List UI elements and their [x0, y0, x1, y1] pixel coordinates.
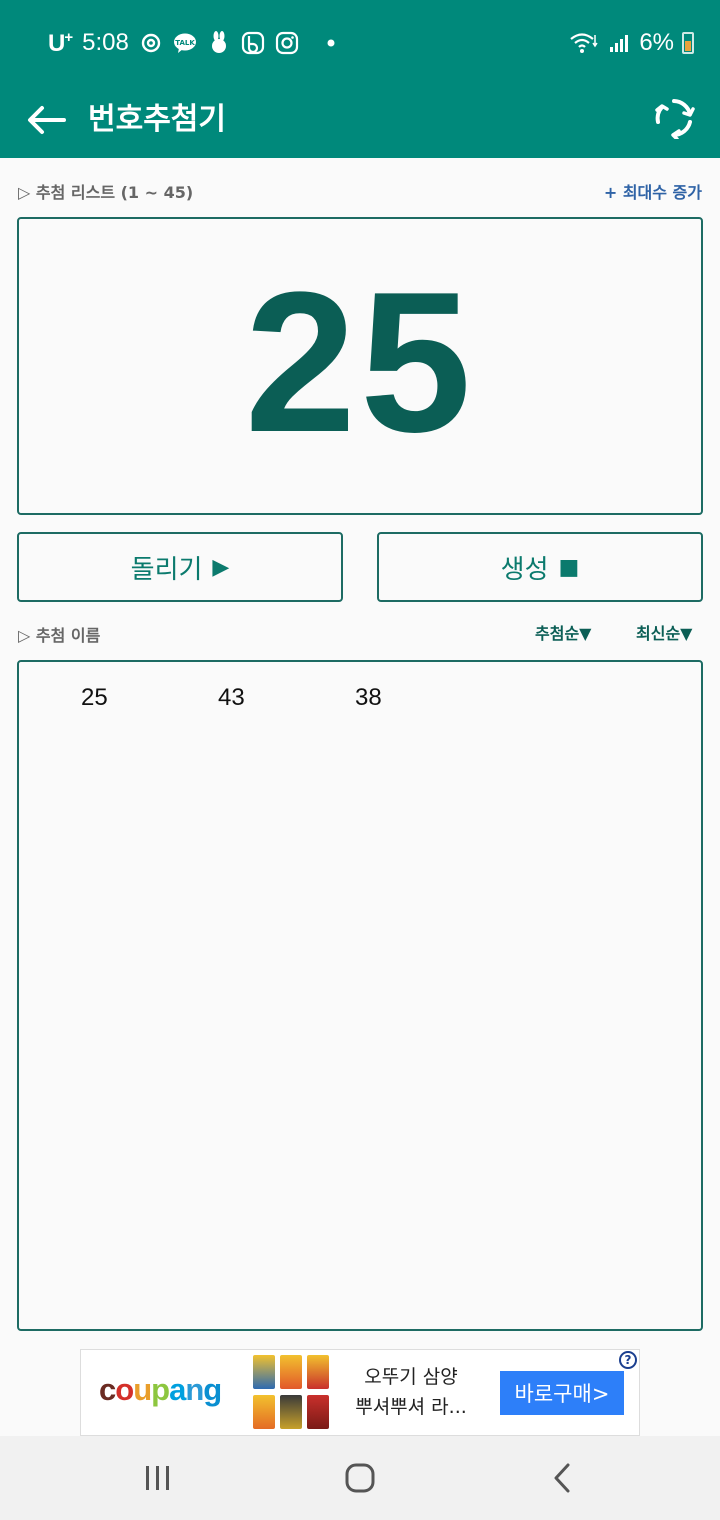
current-number: 25: [244, 251, 476, 474]
product-pack: [253, 1395, 275, 1429]
status-bar: U+ 5:08 TALK 6%: [0, 0, 720, 86]
stop-icon: ■: [558, 554, 580, 580]
battery-percent: 6%: [639, 29, 674, 56]
drawn-numbers-list: 25 43 38: [17, 660, 703, 1331]
dot-icon: [319, 31, 343, 55]
generate-button[interactable]: 생성 ■: [377, 532, 703, 602]
product-image: [253, 1355, 335, 1431]
back-nav-button[interactable]: [532, 1456, 592, 1500]
status-time: 5:08: [82, 29, 129, 56]
play-icon: ▶: [212, 554, 230, 580]
refresh-icon: [655, 99, 695, 139]
recent-apps-icon: [146, 1466, 169, 1490]
ad-info-icon[interactable]: ?: [619, 1351, 637, 1369]
product-pack: [307, 1395, 329, 1429]
draw-names-label: ▷ 추첨 이름: [18, 626, 101, 645]
b-icon: [241, 31, 265, 55]
instagram-icon: [275, 31, 299, 55]
svg-text:TALK: TALK: [175, 39, 195, 47]
buy-now-button[interactable]: 바로구매>: [500, 1371, 624, 1415]
carrier-label: U+: [48, 28, 73, 57]
product-pack: [280, 1395, 302, 1429]
chevron-left-icon: [554, 1463, 570, 1493]
spin-button-label: 돌리기: [130, 554, 203, 585]
signal-icon: [607, 31, 631, 55]
battery-icon: [682, 32, 694, 54]
status-left: U+ 5:08 TALK: [48, 26, 343, 60]
list-item: 25: [81, 684, 108, 711]
app-bar: 번호추첨기: [0, 86, 720, 158]
recent-apps-button[interactable]: [128, 1456, 188, 1500]
rabbit-icon: [207, 31, 231, 55]
navigation-bar: [0, 1436, 720, 1520]
sort-latest-button[interactable]: 최신순▼: [636, 620, 692, 644]
talk-icon: TALK: [173, 31, 197, 55]
increase-max-button[interactable]: + 최대수 증가: [604, 179, 702, 203]
generate-button-label: 생성: [500, 554, 549, 585]
coupang-logo: coupang: [99, 1372, 222, 1407]
app-title: 번호추첨기: [88, 102, 226, 137]
home-icon: [345, 1463, 375, 1493]
spin-button[interactable]: 돌리기 ▶: [17, 532, 343, 602]
product-pack: [253, 1355, 275, 1389]
home-button[interactable]: [330, 1456, 390, 1500]
sort-draw-order-button[interactable]: 추첨순▼: [535, 620, 591, 644]
arrow-left-icon: [28, 106, 66, 134]
ad-product-text: 오뚜기 삼양 뿌셔뿌셔 라...: [355, 1366, 467, 1418]
swirl-icon: [139, 31, 163, 55]
list-item: 43: [218, 684, 245, 711]
status-right: 6%: [569, 26, 694, 60]
draw-list-label: ▷ 추첨 리스트 (1 ~ 45): [18, 183, 194, 202]
wifi-icon: [569, 31, 599, 55]
list-item: 38: [355, 684, 382, 711]
back-button[interactable]: [22, 96, 70, 144]
number-display: 25: [17, 217, 703, 515]
product-pack: [280, 1355, 302, 1389]
ad-banner[interactable]: coupang 오뚜기 삼양 뿌셔뿌셔 라... 바로구매> ?: [80, 1349, 640, 1436]
product-pack: [307, 1355, 329, 1389]
refresh-button[interactable]: [648, 92, 700, 144]
